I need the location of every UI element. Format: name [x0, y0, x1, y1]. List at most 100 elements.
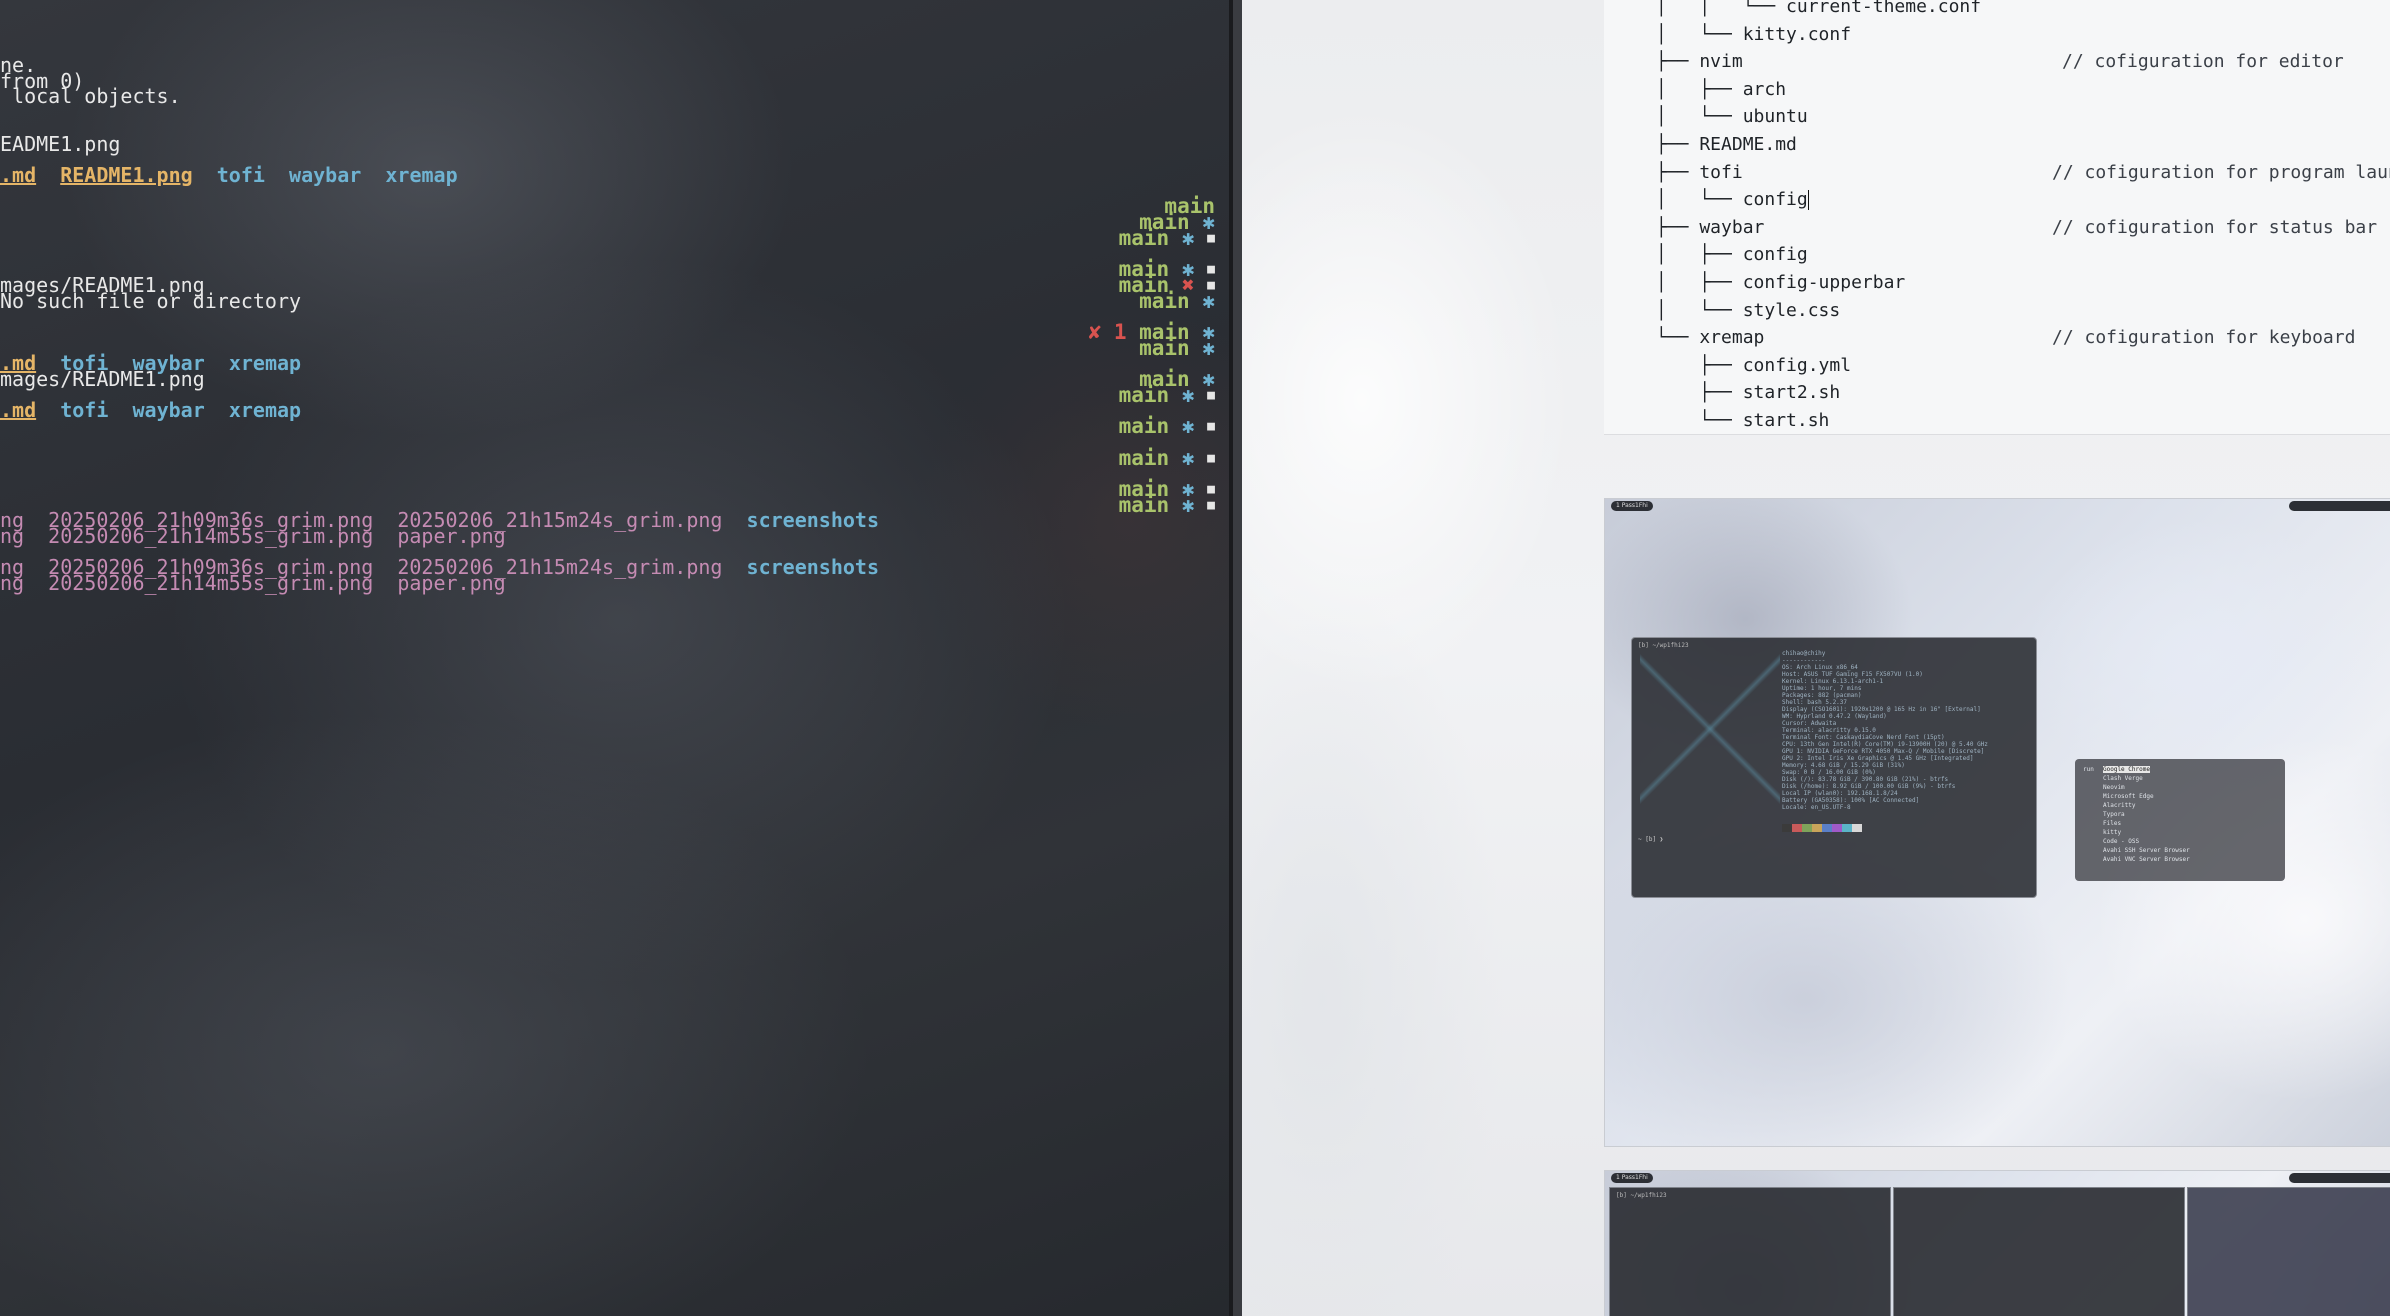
git-prompt-status: main ✱ ■	[1085, 226, 1215, 251]
dirty-icon: ✱	[1181, 382, 1195, 407]
tree-entry: ├── start2.sh	[1656, 382, 1841, 404]
square-icon: ■	[1207, 419, 1215, 435]
terminal-line: .md README1.png tofi waybar xremap	[0, 163, 458, 187]
tree-entry: ├── README.md	[1656, 134, 1797, 155]
entry-name: xremap	[228, 351, 302, 376]
entry-name: waybar	[132, 398, 205, 423]
tree-line: │ ├── config	[1656, 242, 1808, 268]
terminal-title: [b] ~/wp1fhi23	[1638, 642, 1689, 649]
system-tray	[2289, 1173, 2390, 1183]
tree-entry: │ └── style.css	[1656, 299, 1841, 321]
launcher-item: Avahi VNC Server Browser	[2103, 856, 2190, 863]
tree-entry: ├── nvim	[1656, 51, 1743, 73]
terminal-pane	[2187, 1187, 2390, 1316]
terminal-line: No such file or directory	[0, 289, 301, 313]
dirty-icon: ✱	[1181, 445, 1195, 470]
tofi-launcher: run Google Chrome Clash Verge Neovim Microso…	[2075, 759, 2285, 881]
git-prompt-status: main ✱	[1085, 336, 1215, 360]
terminal-line: mages/README1.png	[0, 367, 205, 391]
color-swatch	[1782, 824, 1792, 832]
directory-tree-code-block[interactable]: │ │ └── current-theme.conf │ └── kitty.co…	[1604, 0, 2390, 435]
tree-line: ├── waybar	[1656, 215, 1764, 241]
terminal-pane	[1893, 1187, 2185, 1316]
terminal-line: ng 20250206_21h14m55s_grim.png paper.png	[0, 524, 506, 548]
tree-line: │ ├── config-upperbar	[1656, 270, 1905, 296]
tree-line: │ │ └── current-theme.conf	[1656, 0, 1981, 20]
fastfetch-terminal: [b] ~/wp1fhi23 chihao@chihy ------------…	[1631, 637, 2037, 898]
tree-entry: │ ├── arch	[1656, 78, 1787, 100]
waybar-top-bar: 1 Pass1Fhi	[1605, 1171, 2390, 1185]
file-name: ng 20250206_21h14m55s_grim.png paper.png	[0, 524, 506, 548]
color-swatch	[1852, 824, 1862, 832]
tree-line: ├── config.yml	[1656, 353, 1851, 379]
git-branch: main	[1139, 288, 1190, 313]
tree-entry: ├── waybar	[1656, 216, 1765, 238]
git-prompt-status: main ✱ ■	[1085, 493, 1215, 518]
entry-name: README1.png	[60, 162, 193, 187]
square-icon: ■	[1207, 387, 1215, 403]
waybar-top-bar: 1 Pass1Fhi	[1605, 499, 2390, 513]
tree-entry: │ ├── config-upperbar	[1656, 272, 1906, 293]
launcher-item: kitty	[2103, 829, 2122, 836]
git-branch: main	[1118, 414, 1170, 439]
tree-entry: │ ├── config	[1656, 244, 1808, 266]
entry-name: screenshots	[746, 508, 879, 533]
color-swatch	[1812, 824, 1822, 832]
dirty-icon: ✱	[1202, 288, 1215, 313]
output-text: mages/README1.png	[0, 367, 205, 391]
launcher-item: Clash Verge	[2103, 775, 2143, 782]
color-swatch	[1792, 824, 1802, 832]
tree-line: │ └── ubuntu	[1656, 104, 1808, 130]
tree-line: │ └── kitty.conf	[1656, 22, 1851, 48]
tree-line: └── start.sh	[1656, 408, 1829, 434]
launcher-prompt: run	[2083, 766, 2094, 773]
launcher-item: Alacritty	[2103, 802, 2136, 809]
git-prompt-status: main ✱ ■	[1085, 383, 1215, 408]
terminal-prompt: ~ [b] ❯	[1638, 836, 1664, 843]
entry-name: tofi	[216, 162, 265, 187]
entry-name: .md	[0, 398, 37, 423]
entry-name: xremap	[385, 162, 458, 187]
launcher-item: Typora	[2103, 811, 2125, 818]
entry-name: .md	[0, 162, 37, 187]
git-branch: main	[1118, 382, 1170, 407]
tree-line: │ ├── arch	[1656, 77, 1786, 103]
tree-entry: │ └── config	[1656, 189, 1808, 211]
git-prompt-status: main ✱ ■	[1085, 414, 1215, 439]
entry-name: tofi	[60, 398, 109, 423]
markdown-preview-window[interactable]: │ │ └── current-theme.conf │ └── kitty.co…	[1242, 0, 2390, 1316]
desktop-screenshot-image: 1 Pass1Fhi [b] ~/wp1fhi23 chihao@chihy -…	[1604, 498, 2390, 1147]
launcher-item: Microsoft Edge	[2103, 793, 2154, 800]
color-swatch	[1822, 824, 1832, 832]
tree-entry: └── start.sh	[1656, 410, 1830, 431]
launcher-item: Code - OSS	[2103, 838, 2140, 845]
color-palette	[1782, 824, 1862, 832]
system-tray	[2289, 501, 2390, 511]
tree-line: │ └── config	[1656, 187, 1809, 213]
tree-line: ├── tofi	[1656, 160, 1743, 186]
terminal-title: [b] ~/wp1fhi23	[1616, 1192, 1667, 1199]
output-text: No such file or directory	[0, 288, 302, 313]
tree-line: ├── README.md	[1656, 132, 1797, 158]
tree-line: ├── nvim	[1656, 49, 1743, 75]
dirty-icon: ✱	[1202, 335, 1215, 360]
tree-entry: │ └── kitty.conf	[1656, 23, 1852, 45]
terminal-window[interactable]: ne. from 0) local objects. EADME1.png .md R…	[0, 0, 1230, 1316]
tree-entry: │ │ └── current-theme.conf	[1656, 0, 1982, 17]
arch-logo-icon	[1640, 654, 1780, 804]
git-branch: main	[1139, 335, 1190, 360]
dirty-icon: ✱	[1181, 492, 1195, 517]
dirty-icon: ✱	[1181, 225, 1195, 250]
fastfetch-terminal: [b] ~/wp1fhi23	[1609, 1187, 1891, 1316]
desktop-screenshot-image-2: 1 Pass1Fhi [b] ~/wp1fhi23	[1604, 1170, 2390, 1316]
workspace-indicator: 1 Pass1Fhi	[1611, 1173, 1653, 1183]
tree-entry: ├── tofi	[1656, 161, 1743, 183]
git-branch: main	[1118, 225, 1170, 250]
color-swatch	[1832, 824, 1842, 832]
